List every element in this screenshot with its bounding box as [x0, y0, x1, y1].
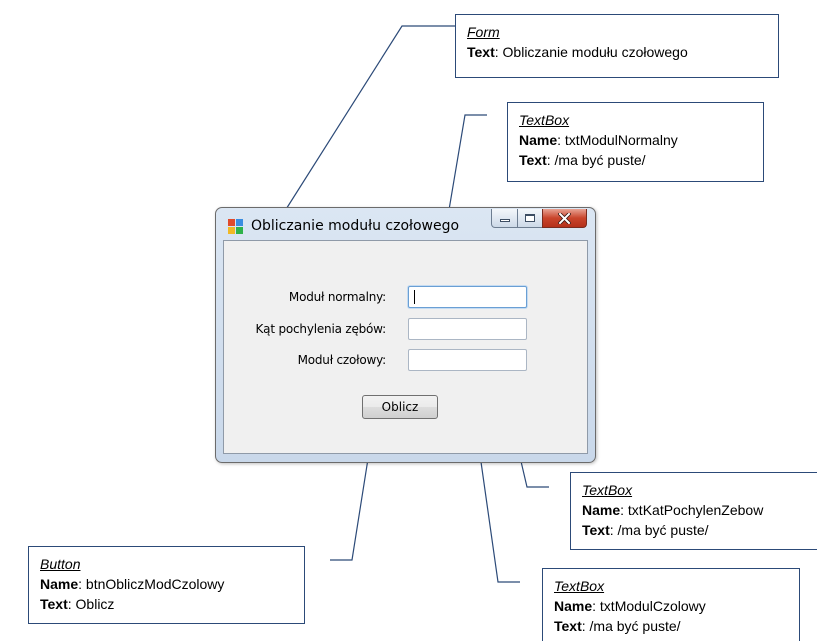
callout-btn-oblicz-name-key: Name [40, 576, 79, 592]
txt-modul-normalny-input[interactable] [408, 286, 527, 308]
callout-txt-modul-czolowy: TextBox Name: txtModulCzolowy Text: /ma … [542, 568, 800, 641]
minimize-icon [500, 219, 510, 222]
callout-btn-oblicz-name-row: Name: btnObliczModCzolowy [40, 574, 294, 594]
window-title: Obliczanie modułu czołowego [251, 218, 460, 234]
callout-txt-modul-normalny-text-value: : /ma być puste/ [546, 152, 646, 168]
callout-btn-oblicz: Button Name: btnObliczModCzolowy Text: O… [28, 546, 305, 624]
title-bar[interactable]: Obliczanie modułu czołowego [216, 208, 595, 240]
close-button[interactable] [542, 209, 587, 228]
callout-txt-modul-czolowy-text-row: Text: /ma być puste/ [554, 616, 789, 636]
callout-txt-modul-czolowy-text-value: : /ma być puste/ [581, 618, 681, 634]
txt-modul-czolowy-input[interactable] [408, 349, 527, 371]
callout-btn-oblicz-text-key: Text [40, 596, 68, 612]
callout-txt-modul-normalny-type: TextBox [519, 112, 570, 128]
callout-txt-modul-normalny: TextBox Name: txtModulNormalny Text: /ma… [507, 102, 764, 182]
window-controls [491, 209, 587, 229]
maximize-icon [525, 214, 535, 222]
callout-txt-kat-pochylenia-name-key: Name [582, 502, 621, 518]
callout-txt-kat-pochylenia-type: TextBox [582, 482, 633, 498]
callout-txt-modul-czolowy-text-key: Text [554, 618, 582, 634]
leader-form [282, 25, 455, 215]
label-modul-czolowy: Moduł czołowy: [297, 353, 387, 367]
close-icon [558, 213, 571, 224]
callout-txt-modul-czolowy-name-key: Name [554, 598, 593, 614]
oblicz-button[interactable]: Oblicz [362, 395, 438, 419]
callout-form: Form Text: Obliczanie modułu czołowego [455, 14, 779, 78]
callout-txt-modul-czolowy-name-value: : txtModulCzolowy [592, 598, 706, 614]
callout-btn-oblicz-text-value: : Oblicz [67, 596, 115, 612]
text-caret [414, 290, 415, 304]
callout-txt-kat-pochylenia: TextBox Name: txtKatPochylenZebow Text: … [570, 472, 817, 550]
callout-btn-oblicz-text-row: Text: Oblicz [40, 594, 294, 614]
callout-txt-kat-pochylenia-name-row: Name: txtKatPochylenZebow [582, 500, 807, 520]
callout-txt-modul-normalny-text-key: Text [519, 152, 547, 168]
label-modul-normalny: Moduł normalny: [288, 290, 386, 304]
callout-txt-modul-czolowy-type: TextBox [554, 578, 605, 594]
minimize-button[interactable] [491, 209, 518, 228]
callout-form-text-row: Text: Obliczanie modułu czołowego [467, 42, 768, 62]
form-window: Obliczanie modułu czołowego Moduł normal… [215, 207, 596, 463]
callout-txt-kat-pochylenia-name-value: : txtKatPochylenZebow [620, 502, 764, 518]
callout-form-type: Form [467, 24, 500, 40]
callout-form-text-value: : Obliczanie modułu czołowego [494, 44, 688, 60]
callout-form-text-key: Text [467, 44, 495, 60]
callout-txt-modul-czolowy-name-row: Name: txtModulCzolowy [554, 596, 789, 616]
callout-txt-kat-pochylenia-text-row: Text: /ma być puste/ [582, 520, 807, 540]
callout-txt-modul-normalny-text-row: Text: /ma być puste/ [519, 150, 753, 170]
callout-txt-modul-normalny-name-key: Name [519, 132, 558, 148]
label-kat-pochylenia: Kąt pochylenia zębów: [255, 322, 387, 336]
form-client-area: Moduł normalny: Kąt pochylenia zębów: Mo… [223, 240, 588, 454]
app-icon [228, 219, 244, 235]
txt-kat-pochylenia-input[interactable] [408, 318, 527, 340]
callout-txt-modul-normalny-name-row: Name: txtModulNormalny [519, 130, 753, 150]
callout-txt-modul-normalny-name-value: : txtModulNormalny [557, 132, 678, 148]
callout-txt-kat-pochylenia-text-value: : /ma być puste/ [609, 522, 709, 538]
callout-btn-oblicz-name-value: : btnObliczModCzolowy [78, 576, 225, 592]
callout-txt-kat-pochylenia-text-key: Text [582, 522, 610, 538]
maximize-button[interactable] [517, 209, 543, 228]
callout-btn-oblicz-type: Button [40, 556, 81, 572]
